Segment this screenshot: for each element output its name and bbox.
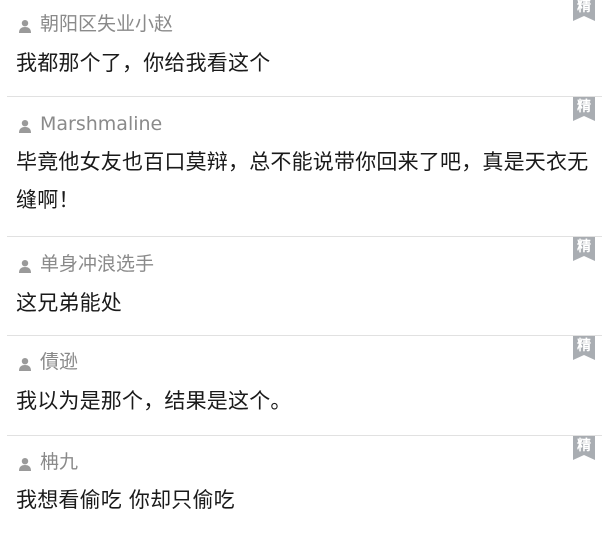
comment-item: 債逊 我以为是那个，结果是这个。 精 <box>7 336 602 436</box>
comment-author-row[interactable]: 单身冲浪选手 <box>18 253 154 275</box>
jing-badge-label: 精 <box>577 0 591 15</box>
comment-content: 毕竟他女友也百口莫辩，总不能说带你回来了吧，真是天衣无缝啊！ <box>16 150 589 212</box>
jing-badge-icon: 精 <box>572 436 596 460</box>
comment-item: 朝阳区失业小赵 我都那个了，你给我看这个 精 <box>7 0 602 97</box>
user-icon <box>18 18 32 33</box>
comment-author-row[interactable]: 朝阳区失业小赵 <box>18 13 173 35</box>
comment-author-name[interactable]: 柟九 <box>40 451 78 473</box>
user-icon <box>18 456 32 471</box>
jing-badge-label: 精 <box>577 338 591 354</box>
comment-content: 这兄弟能处 <box>16 291 122 315</box>
user-icon <box>18 356 32 371</box>
comment-author-row[interactable]: 債逊 <box>18 351 78 373</box>
comment-item: 单身冲浪选手 这兄弟能处 精 <box>7 237 602 336</box>
jing-badge-icon: 精 <box>572 237 596 261</box>
jing-badge-label: 精 <box>577 239 591 255</box>
comment-author-row[interactable]: 柟九 <box>18 451 78 473</box>
jing-badge-icon: 精 <box>572 0 596 21</box>
comment-list: 朝阳区失业小赵 我都那个了，你给我看这个 精 Marshmaline 毕竟他女友… <box>0 0 602 536</box>
user-icon <box>18 258 32 273</box>
jing-badge-icon: 精 <box>572 336 596 360</box>
user-icon <box>18 118 32 133</box>
comment-item: 柟九 我想看偷吃 你却只偷吃 精 <box>7 436 602 536</box>
comment-content: 我以为是那个，结果是这个。 <box>16 389 292 413</box>
comment-author-name[interactable]: 債逊 <box>40 351 78 373</box>
comment-item: Marshmaline 毕竟他女友也百口莫辩，总不能说带你回来了吧，真是天衣无缝… <box>7 97 602 237</box>
jing-badge-label: 精 <box>577 438 591 454</box>
comment-author-row[interactable]: Marshmaline <box>18 113 162 135</box>
comment-author-name[interactable]: Marshmaline <box>40 113 162 135</box>
comment-author-name[interactable]: 朝阳区失业小赵 <box>40 13 173 35</box>
comment-content: 我都那个了，你给我看这个 <box>16 51 271 75</box>
comment-author-name[interactable]: 单身冲浪选手 <box>40 253 154 275</box>
jing-badge-label: 精 <box>577 99 591 115</box>
comment-content: 我想看偷吃 你却只偷吃 <box>16 488 235 512</box>
jing-badge-icon: 精 <box>572 97 596 121</box>
